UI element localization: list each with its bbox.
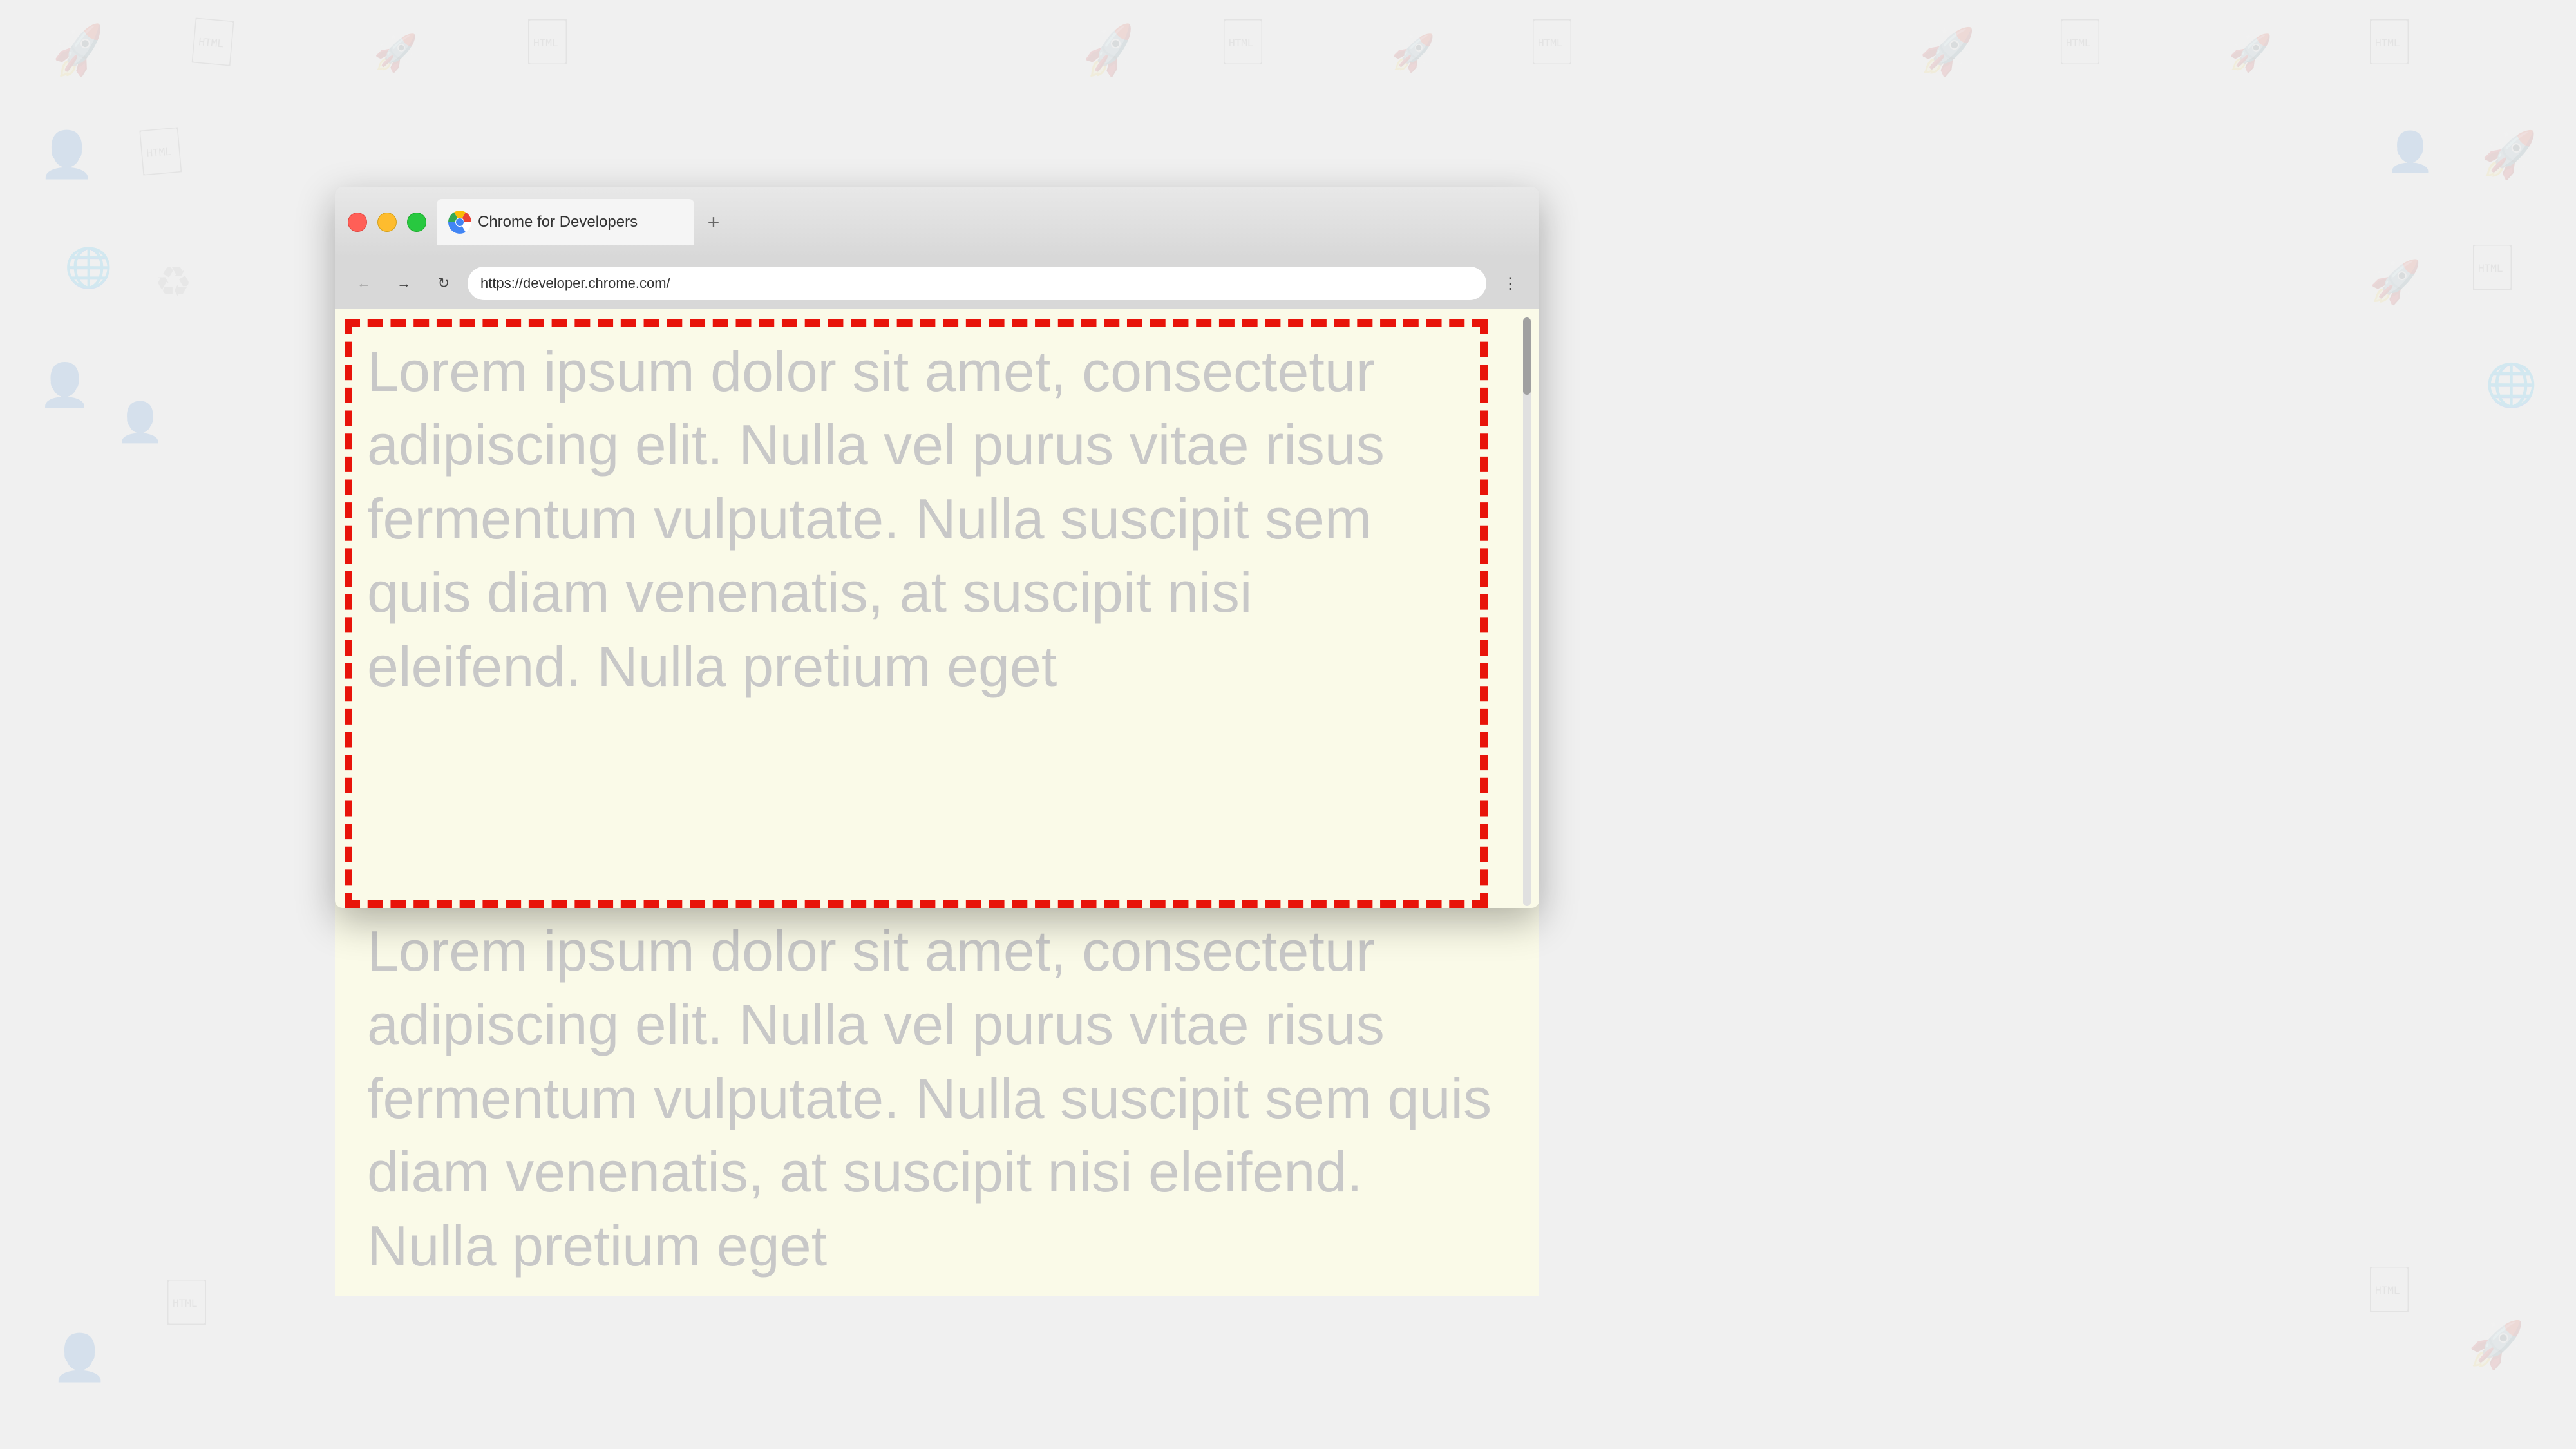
svg-text:HTML: HTML	[2375, 37, 2400, 49]
bg-rocket-icon-right-2: 🚀	[2369, 258, 2421, 307]
bg-person-icon-3: 👤	[116, 399, 164, 445]
bg-rocket-icon-6: 🚀	[2228, 32, 2272, 74]
content-area: Lorem ipsum dolor sit amet, consectetur …	[335, 309, 1539, 908]
url-text: https://developer.chrome.com/	[480, 275, 670, 292]
bg-html-badge-left-1: HTML	[139, 128, 182, 186]
minimize-button[interactable]	[377, 213, 397, 232]
maximize-button[interactable]	[407, 213, 426, 232]
new-tab-button[interactable]: +	[699, 208, 728, 236]
bg-person-icon-bottom-1: 👤	[52, 1332, 108, 1385]
svg-text:HTML: HTML	[146, 146, 172, 160]
tab-bar: Chrome for Developers +	[437, 199, 1526, 245]
bg-html-badge-1: HTML	[528, 19, 567, 73]
lorem-ipsum-text: Lorem ipsum dolor sit amet, consectetur …	[354, 328, 1475, 908]
refresh-button[interactable]: ↻	[428, 267, 460, 299]
title-bar: Chrome for Developers +	[335, 187, 1539, 258]
scrollbar[interactable]	[1521, 314, 1533, 903]
bg-rocket-icon-4: 🚀	[1391, 32, 1435, 74]
active-tab[interactable]: Chrome for Developers	[437, 199, 694, 245]
bg-rocket-icon-right-1: 🚀	[2481, 129, 2537, 182]
bg-person-icon-1: 👤	[39, 129, 95, 182]
tab-title: Chrome for Developers	[478, 213, 638, 231]
below-browser-content: Lorem ipsum dolor sit amet, consectetur …	[335, 902, 1539, 1296]
bg-html-badge-right-1: HTML	[2473, 245, 2512, 299]
bg-html-badge-2: HTML	[1224, 19, 1262, 73]
traffic-lights	[348, 213, 426, 232]
svg-text:HTML: HTML	[2478, 262, 2503, 274]
scrollbar-track	[1523, 317, 1531, 906]
nav-bar: ← → ↻ https://developer.chrome.com/ ⋮	[335, 258, 1539, 309]
bg-rocket-icon-3: 🚀	[1078, 21, 1142, 83]
bg-globe-icon-right: 🌐	[2485, 361, 2537, 410]
scrollbar-thumb[interactable]	[1523, 317, 1531, 395]
back-button[interactable]: ←	[348, 267, 380, 299]
bg-person-icon-2: 👤	[39, 361, 91, 410]
close-button[interactable]	[348, 213, 367, 232]
svg-text:HTML: HTML	[1229, 37, 1254, 49]
bg-html-badge-3: HTML	[1533, 19, 1571, 73]
bg-recycle-icon-1: ♻	[155, 258, 192, 307]
svg-text:HTML: HTML	[173, 1297, 198, 1309]
bg-rocket-icon-2: 🚀	[374, 32, 417, 74]
menu-button[interactable]: ⋮	[1494, 267, 1526, 299]
bg-html-badge-4: HTML	[2061, 19, 2099, 73]
bg-globe-icon-1: 🌐	[64, 245, 113, 290]
bg-rocket-icon: 🚀	[48, 21, 112, 83]
browser-window: Chrome for Developers + ← → ↻ https://de…	[335, 187, 1539, 908]
bg-rocket-icon-5: 🚀	[1919, 26, 1975, 79]
chrome-favicon	[448, 211, 471, 234]
bg-html-badge-bottom-1: HTML	[167, 1280, 206, 1333]
bg-html-badge-5: HTML	[2370, 19, 2409, 73]
below-lorem-text: Lorem ipsum dolor sit amet, consectetur …	[367, 919, 1492, 1278]
bg-html-badge-bottom-2: HTML	[2370, 1267, 2409, 1320]
bg-rocket-icon-bottom: 🚀	[2468, 1319, 2524, 1372]
forward-button[interactable]: →	[388, 267, 420, 299]
address-bar[interactable]: https://developer.chrome.com/	[468, 267, 1486, 300]
bg-html-icon: HTML	[191, 18, 234, 75]
svg-text:HTML: HTML	[2066, 37, 2091, 49]
svg-text:HTML: HTML	[2375, 1284, 2400, 1296]
bg-person-icon-right: 👤	[2386, 129, 2434, 175]
svg-text:HTML: HTML	[1538, 37, 1563, 49]
svg-text:HTML: HTML	[198, 35, 224, 50]
svg-text:HTML: HTML	[533, 37, 558, 49]
